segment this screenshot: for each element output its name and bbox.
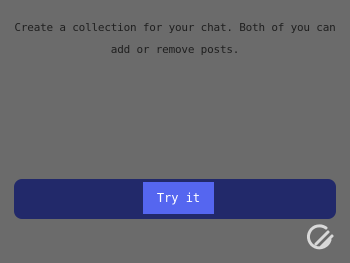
modal-description: Create a collection for your chat. Both … [14, 21, 336, 56]
try-it-button[interactable]: Try it [143, 182, 214, 214]
action-panel: Try it [14, 179, 336, 219]
modal-title-fragment [0, 0, 350, 3]
app-logo-icon [306, 224, 334, 250]
